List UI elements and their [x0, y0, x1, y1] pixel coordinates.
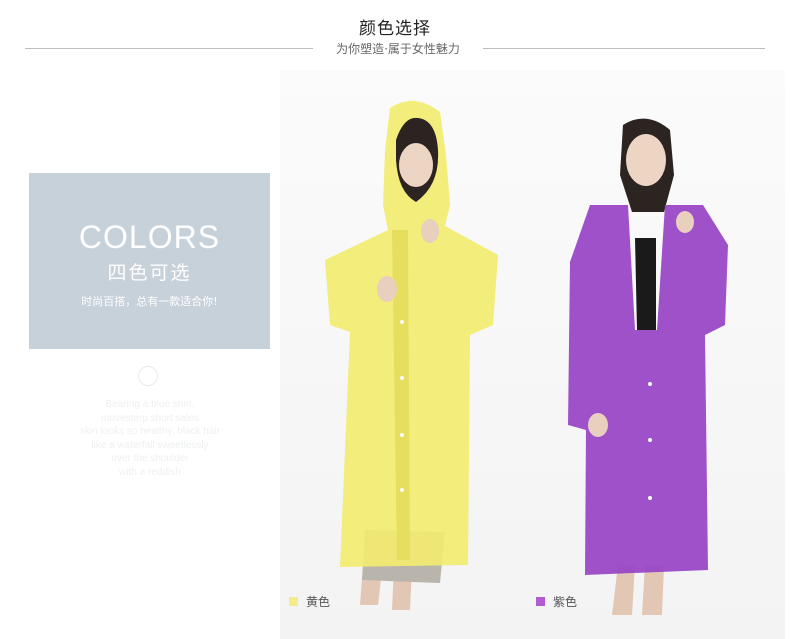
purple-swatch	[536, 597, 545, 606]
swatch-label-purple: 紫色	[536, 593, 577, 610]
purple-raincoat-model	[568, 118, 728, 615]
yellow-raincoat-model	[325, 100, 498, 610]
swatch-label-text: 紫色	[553, 595, 578, 609]
models-illustration	[325, 100, 728, 615]
swatch-label-text: 黄色	[306, 595, 331, 609]
swatch-label-yellow: 黄色	[289, 593, 330, 610]
yellow-swatch	[289, 597, 298, 606]
